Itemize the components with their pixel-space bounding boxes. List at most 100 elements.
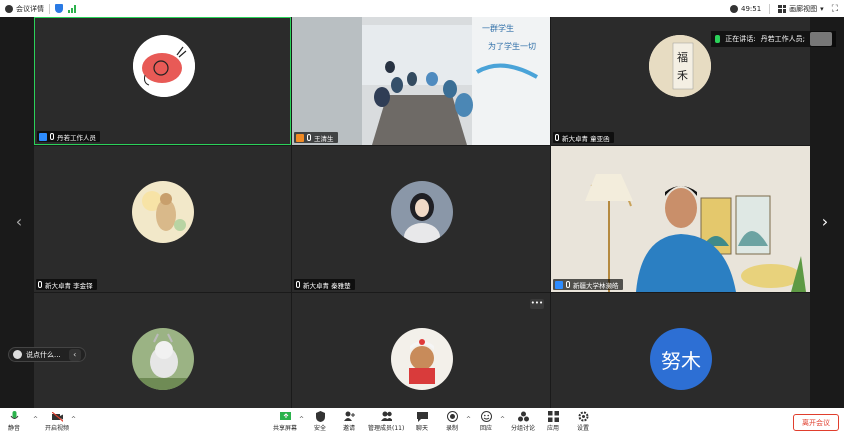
avatar: 努木	[650, 328, 712, 390]
apps-icon	[547, 411, 559, 422]
chevron-up-icon[interactable]: ^	[500, 416, 505, 423]
mute-button[interactable]: 静音	[8, 411, 20, 432]
avatar	[132, 181, 194, 243]
participant-name-bar: 新大卓青 童亚函	[553, 132, 614, 143]
svg-text:福: 福	[677, 50, 688, 64]
next-page-arrow[interactable]: ›	[818, 207, 832, 235]
active-speaker-banner: 正在讲话: 丹若工作人员;	[711, 31, 836, 47]
invite-label: 邀请	[343, 425, 356, 432]
fullscreen-icon[interactable]: ⛶	[832, 4, 838, 14]
video-label: 开启视频	[45, 425, 70, 432]
mic-icon	[555, 134, 559, 141]
meeting-room-video: 一群学生 为了学生一切	[292, 17, 550, 145]
settings-label: 设置	[577, 425, 590, 432]
svg-text:一群学生: 一群学生	[482, 23, 514, 33]
meeting-info-button[interactable]: 会议详情	[5, 4, 44, 14]
security-button[interactable]: 安全	[314, 411, 326, 432]
chevron-up-icon[interactable]: ^	[299, 416, 304, 423]
microphone-icon	[9, 411, 20, 422]
chevron-left-icon[interactable]: ‹	[68, 348, 81, 361]
participant-name-bar: 新大卓青 李金铎	[36, 279, 97, 290]
view-label: 画廊视图	[789, 4, 818, 13]
more-options-button[interactable]: •••	[530, 299, 544, 309]
avatar	[132, 328, 194, 390]
host-icon	[555, 280, 563, 289]
invite-button[interactable]: 邀请	[343, 411, 355, 432]
participants-label: 管理成员(11)	[368, 425, 405, 432]
camera-off-icon	[51, 411, 63, 422]
participants-icon	[380, 411, 392, 422]
divider	[769, 3, 771, 14]
mic-icon	[38, 281, 42, 288]
mic-icon	[307, 134, 311, 141]
chat-icon	[416, 411, 428, 422]
info-icon	[5, 4, 13, 13]
grid-icon	[778, 4, 787, 13]
participant-name: 新大卓青 李金铎	[45, 281, 93, 290]
video-tile[interactable]: 新大卓青 秦雅楚	[292, 146, 550, 292]
video-tile[interactable]: 新疆大学林濒皓	[551, 146, 810, 292]
shield-icon	[315, 411, 326, 422]
breakout-rooms-button[interactable]: 分组讨论	[511, 411, 535, 432]
apps-button[interactable]: 应用	[547, 411, 559, 432]
video-tile[interactable]: 努木	[551, 293, 810, 408]
participant-name: 新大卓青 童亚函	[562, 134, 610, 143]
participant-name: 丹若工作人员	[57, 133, 96, 142]
gallery-stage: ‹ › 丹若工作人员 一群学生 为了学生一切 王清生 福 禾 新大卓青 童亚函 …	[0, 17, 844, 408]
video-tile[interactable]: 一群学生 为了学生一切 王清生	[292, 17, 550, 145]
host-icon	[39, 132, 47, 141]
chevron-up-icon[interactable]: ^	[33, 416, 38, 423]
view-switch-button[interactable]: 画廊视图 ▾	[778, 4, 824, 14]
video-tile[interactable]: •••	[292, 293, 550, 408]
leave-meeting-button[interactable]: 离开会议	[793, 414, 839, 431]
video-tile[interactable]: 丹若工作人员	[34, 17, 291, 145]
reactions-button[interactable]: 回应	[480, 411, 492, 432]
bottom-toolbar: 静音 ^ 开启视频 ^ 共享屏幕 ^ 安全 邀请 管理成员(11) 聊天 录制 …	[0, 408, 844, 437]
prev-page-arrow[interactable]: ‹	[12, 207, 26, 235]
speaker-thumbnail	[810, 32, 832, 46]
record-button[interactable]: 录制	[446, 411, 458, 432]
reaction-icon	[480, 411, 492, 422]
chevron-down-icon: ▾	[820, 4, 824, 13]
chat-placeholder: 说点什么...	[26, 350, 61, 359]
meeting-timer: 49:51	[729, 4, 762, 13]
shield-icon[interactable]	[55, 4, 63, 13]
speaking-name: 丹若工作人员;	[760, 35, 805, 43]
chevron-up-icon[interactable]: ^	[71, 416, 76, 423]
chat-button[interactable]: 聊天	[416, 411, 428, 432]
participant-name: 新疆大学林濒皓	[573, 281, 619, 290]
avatar: 福 禾	[649, 35, 711, 97]
gear-icon	[578, 411, 589, 422]
participant-name-bar: 王清生	[294, 132, 338, 143]
breakout-label: 分组讨论	[511, 425, 536, 432]
timer-text: 49:51	[740, 4, 762, 13]
signal-icon[interactable]	[68, 4, 76, 13]
add-user-icon	[343, 411, 355, 422]
participant-name: 新大卓青 秦雅楚	[303, 281, 351, 290]
settings-button[interactable]: 设置	[577, 411, 589, 432]
participants-button[interactable]: 管理成员(11)	[368, 411, 404, 432]
apps-label: 应用	[547, 425, 560, 432]
meeting-info-label: 会议详情	[16, 4, 44, 13]
svg-text:为了学生一切: 为了学生一切	[488, 41, 536, 51]
participant-name-bar: 新大卓青 秦雅楚	[294, 279, 355, 290]
chat-label: 聊天	[416, 425, 429, 432]
avatar	[133, 35, 195, 97]
video-tile[interactable]: 新大卓青 李金铎	[34, 146, 291, 292]
svg-text:禾: 禾	[677, 69, 688, 82]
reactions-label: 回应	[480, 425, 493, 432]
share-screen-icon	[279, 411, 291, 422]
host-icon	[296, 133, 304, 142]
avatar	[391, 328, 453, 390]
security-label: 安全	[314, 425, 327, 432]
video-button[interactable]: 开启视频	[45, 411, 69, 432]
breakout-rooms-icon	[517, 411, 529, 422]
mic-icon	[566, 281, 570, 288]
mic-icon	[715, 35, 721, 43]
share-screen-button[interactable]: 共享屏幕	[273, 411, 297, 432]
chevron-up-icon[interactable]: ^	[466, 416, 471, 423]
mute-label: 静音	[8, 425, 21, 432]
avatar	[391, 181, 453, 243]
share-label: 共享屏幕	[273, 425, 298, 432]
chat-preview[interactable]: 说点什么... ‹	[8, 347, 86, 362]
